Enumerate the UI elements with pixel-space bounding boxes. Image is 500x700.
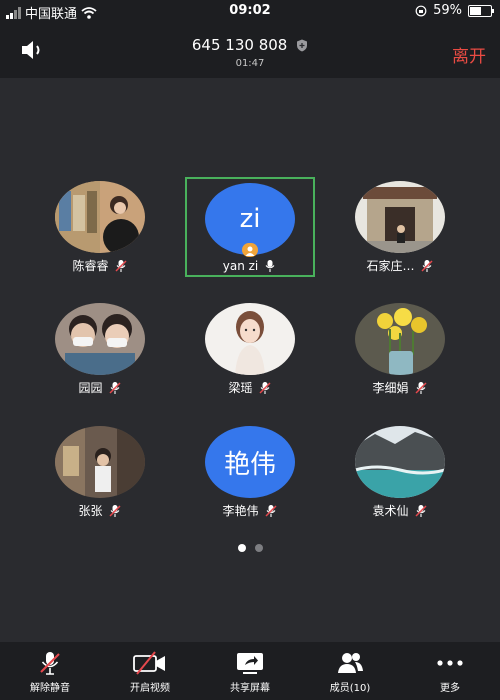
members-label: 成员(10) xyxy=(329,683,371,694)
meeting-header: 645 130 808 01:47 离开 xyxy=(0,22,500,78)
mic-muted-icon xyxy=(264,504,277,517)
participant-name-row: 陈睿睿 xyxy=(35,257,165,274)
participant-tile[interactable]: 园园 xyxy=(35,297,165,397)
participant-name-row: 梁瑶 xyxy=(185,379,315,396)
mic-muted-icon xyxy=(258,381,271,394)
mic-icon xyxy=(265,260,275,272)
participant-name: 李细娟 xyxy=(372,381,409,395)
participant-tile[interactable]: 石家庄… xyxy=(335,175,465,275)
participant-avatar xyxy=(355,426,445,498)
mic-muted-icon xyxy=(114,259,127,272)
participant-avatar xyxy=(355,181,445,253)
share-screen-label: 共享屏幕 xyxy=(230,683,270,694)
participant-name: 石家庄… xyxy=(366,259,415,273)
meeting-screen: 中国联通 09:02 59% 645 130 808 01:47 离开 陈睿睿 … xyxy=(0,0,500,700)
participant-tile[interactable]: 陈睿睿 xyxy=(35,175,165,275)
share-screen-button[interactable]: 共享屏幕 xyxy=(200,642,300,700)
battery-percent: 59% xyxy=(433,3,462,18)
mic-muted-icon xyxy=(108,381,121,394)
participant-name: 张张 xyxy=(78,504,103,518)
more-button[interactable]: 更多 xyxy=(400,642,500,700)
share-screen-icon xyxy=(237,653,263,674)
status-right: 59% xyxy=(415,3,494,18)
participant-name-row: yan zi xyxy=(187,259,313,273)
mic-muted-icon xyxy=(414,504,427,517)
meeting-id-text: 645 130 808 xyxy=(191,36,288,54)
participant-name-row: 张张 xyxy=(35,502,165,519)
page-dot-1[interactable] xyxy=(237,544,246,552)
mic-muted-icon xyxy=(40,652,60,675)
participant-avatar xyxy=(355,303,445,375)
video-off-icon xyxy=(133,651,165,675)
mic-muted-icon xyxy=(108,504,121,517)
participant-name: 园园 xyxy=(78,381,103,395)
members-button[interactable]: 成员(10) xyxy=(300,642,400,700)
unmute-button[interactable]: 解除静音 xyxy=(0,642,100,700)
mic-muted-icon xyxy=(414,381,427,394)
page-indicator[interactable] xyxy=(0,544,500,552)
participant-avatar xyxy=(55,303,145,375)
participant-name: 梁瑶 xyxy=(228,381,253,395)
more-label: 更多 xyxy=(440,683,460,694)
status-bar: 中国联通 09:02 59% xyxy=(0,0,500,22)
mic-muted-icon xyxy=(420,259,433,272)
page-dot-2[interactable] xyxy=(254,544,263,552)
start-video-button[interactable]: 开启视频 xyxy=(100,642,200,700)
meeting-id: 645 130 808 xyxy=(0,36,500,54)
participant-tile[interactable]: 艳伟 李艳伟 xyxy=(185,420,315,520)
host-badge-icon xyxy=(242,243,258,257)
participant-name: 陈睿睿 xyxy=(72,259,109,273)
participant-tile[interactable]: 张张 xyxy=(35,420,165,520)
participant-avatar: 艳伟 xyxy=(205,426,295,498)
participant-avatar xyxy=(205,303,295,375)
unmute-label: 解除静音 xyxy=(30,683,70,694)
participant-tile-active[interactable]: zi yan zi xyxy=(185,177,315,277)
battery-icon xyxy=(468,4,494,17)
meeting-timer: 01:47 xyxy=(235,58,265,69)
rotation-lock-icon xyxy=(415,5,427,16)
more-icon xyxy=(437,660,463,666)
leave-button[interactable]: 离开 xyxy=(452,42,486,67)
members-icon xyxy=(338,653,363,673)
start-video-label: 开启视频 xyxy=(130,683,170,694)
bottom-toolbar: 解除静音 开启视频 共享屏幕 成员(10) 更多 xyxy=(0,642,500,700)
participant-avatar xyxy=(55,181,145,253)
participant-name-row: 李艳伟 xyxy=(185,502,315,519)
participant-name: 袁术仙 xyxy=(372,504,409,518)
participant-tile[interactable]: 李细娟 xyxy=(335,297,465,397)
participant-avatar xyxy=(55,426,145,498)
shield-icon xyxy=(297,39,308,52)
participant-tile[interactable]: 袁术仙 xyxy=(335,420,465,520)
participant-tile[interactable]: 梁瑶 xyxy=(185,297,315,397)
participant-name-row: 袁术仙 xyxy=(335,502,465,519)
participant-name-row: 石家庄… xyxy=(335,257,465,274)
participant-name: 李艳伟 xyxy=(222,504,259,518)
participant-name-row: 园园 xyxy=(35,379,165,396)
participant-name: yan zi xyxy=(222,259,259,273)
participant-name-row: 李细娟 xyxy=(335,379,465,396)
